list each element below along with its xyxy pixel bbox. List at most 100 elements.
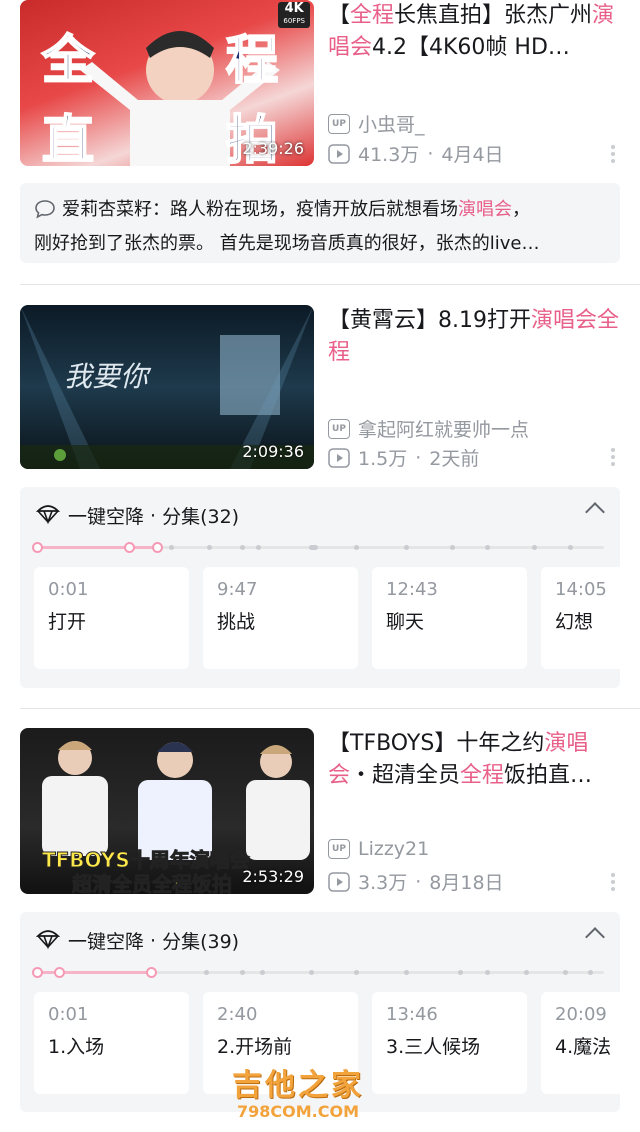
episode-name: 聊天 [386, 611, 425, 633]
chapter-tick [240, 545, 245, 550]
thumb-text-1: 全 [41, 30, 95, 92]
parachute-icon [35, 926, 61, 955]
episode-count: 分集(32) [162, 506, 240, 528]
chapter-tick [309, 545, 318, 550]
chapter-tick [485, 545, 490, 550]
chapter-tick [354, 545, 359, 550]
comment-punct: ， [512, 199, 530, 220]
chevron-up-icon[interactable] [585, 927, 605, 947]
progress-knot [146, 967, 157, 978]
meta-separator: · [415, 446, 422, 469]
episode-name: 挑战 [217, 611, 256, 633]
episode-name: 1.入场 [48, 1036, 105, 1058]
view-count: 41.3万 [358, 144, 420, 166]
stats-row: 1.5万 · 2天前 [328, 444, 479, 471]
episode-panel-1: 一键空降 · 分集(32) 0:01 打开 9:47 挑战 12:43 聊天 14:0… [20, 487, 620, 688]
header-dot: · [150, 929, 157, 952]
uploader-row[interactable]: UP Lizzy21 [328, 838, 429, 860]
play-count-icon [328, 871, 350, 892]
thumb-text-3: 直 [41, 110, 95, 166]
episode-time: 20:09 [555, 1004, 607, 1025]
episode-item[interactable]: 0:01 1.入场 [34, 992, 189, 1094]
uploader-name: Lizzy21 [358, 838, 430, 860]
video-thumbnail[interactable]: 我要你 2:09:36 [20, 305, 314, 469]
meta-separator: · [427, 142, 434, 165]
episode-time: 12:43 [386, 579, 438, 600]
video-title[interactable]: 【TFBOYS】十年之约演唱会・超清全员全程饭拍直… [328, 728, 620, 792]
video-title[interactable]: 【黄霄云】8.19打开演唱会全程 [328, 305, 620, 369]
episode-item[interactable]: 12:43 聊天 [372, 567, 527, 669]
video-duration: 2:39:26 [242, 139, 304, 158]
publish-date: 8月18日 [429, 872, 504, 894]
thumb-caption-2: 超清全员全程饭拍 [72, 872, 233, 895]
uploader-row[interactable]: UP 小虫哥_ [328, 110, 425, 137]
episode-progress-track[interactable] [32, 542, 604, 553]
thumb-text: 我要你 [64, 360, 149, 393]
watermark-title: 吉他之家 [232, 1068, 364, 1103]
progress-knot [124, 542, 135, 553]
up-icon: UP [328, 418, 350, 439]
episode-count: 分集(39) [162, 931, 240, 953]
divider [20, 284, 640, 285]
uploader-row[interactable]: UP 拿起阿红就要帅一点 [328, 415, 529, 442]
view-count: 1.5万 [358, 448, 408, 470]
episode-item[interactable]: 9:47 挑战 [203, 567, 358, 669]
episode-name: 4.魔法 [555, 1036, 612, 1058]
up-icon: UP [328, 839, 350, 859]
episode-name: 打开 [48, 611, 87, 633]
progress-knot [152, 542, 163, 553]
comment-text: 路人粉在现场，疫情开放后就想看场 [170, 199, 458, 220]
uploader-name: 拿起阿红就要帅一点 [358, 419, 530, 441]
chevron-up-icon[interactable] [585, 502, 605, 522]
more-options-icon[interactable] [610, 445, 616, 469]
chapter-tick [485, 970, 490, 975]
comment-text-line2: 刚好抢到了张杰的票。 首先是现场音质真的很好，张杰的live… [34, 233, 540, 254]
episode-time: 13:46 [386, 1004, 438, 1025]
thumb-text-2: 程 [225, 30, 279, 92]
episode-name: 2.开场前 [217, 1036, 293, 1058]
episode-progress-track[interactable] [32, 967, 604, 978]
episode-list: 0:01 打开 9:47 挑战 12:43 聊天 14:05 幻想 [34, 567, 620, 669]
more-options-icon[interactable] [610, 870, 616, 894]
episode-time: 14:05 [555, 579, 607, 600]
episode-time: 9:47 [217, 579, 258, 600]
video-duration: 2:53:29 [242, 867, 304, 886]
chapter-tick [309, 970, 314, 975]
header-dot: · [150, 504, 157, 527]
panel-header[interactable]: 一键空降 · 分集(39) [35, 926, 240, 955]
chapter-tick [240, 970, 245, 975]
publish-date: 4月4日 [441, 144, 504, 166]
up-icon: UP [328, 113, 350, 134]
publish-date: 2天前 [429, 448, 480, 470]
chapter-tick [524, 970, 529, 975]
site-watermark: 吉他之家 798COM.COM [232, 1060, 364, 1121]
view-count: 3.3万 [358, 872, 408, 894]
chapter-tick [532, 545, 537, 550]
chapter-tick [568, 545, 573, 550]
episode-time: 0:01 [48, 579, 89, 600]
more-options-icon[interactable] [610, 142, 616, 166]
chapter-tick [256, 545, 261, 550]
chapter-tick [458, 970, 463, 975]
watermark-url: 798COM.COM [236, 1102, 359, 1121]
stats-row: 41.3万 · 4月4日 [328, 140, 504, 167]
hot-comment[interactable]: 爱莉杏菜籽：路人粉在现场，疫情开放后就想看场演唱会， 刚好抢到了张杰的票。 首先… [20, 183, 620, 263]
episode-item[interactable]: 13:46 3.三人候场 [372, 992, 527, 1094]
episode-item[interactable]: 0:01 打开 [34, 567, 189, 669]
video-duration: 2:09:36 [242, 442, 304, 461]
progress-knot [32, 967, 43, 978]
episode-name: 3.三人候场 [386, 1036, 481, 1058]
progress-knot [32, 542, 43, 553]
stats-row: 3.3万 · 8月18日 [328, 868, 504, 895]
episode-item[interactable]: 14:05 幻想 [541, 567, 620, 669]
episode-time: 0:01 [48, 1004, 89, 1025]
video-title[interactable]: 【全程长焦直拍】张杰广州演唱会4.2【4K60帧 HD… [328, 0, 620, 64]
chapter-tick [207, 545, 212, 550]
chapter-tick [354, 970, 359, 975]
episode-item[interactable]: 20:09 4.魔法 [541, 992, 620, 1094]
play-count-icon [328, 447, 350, 468]
video-thumbnail[interactable]: 全 程 直 拍 4K 60FPS 2:39:26 [20, 0, 314, 166]
chapter-tick [260, 970, 265, 975]
video-thumbnail[interactable]: TFBOYS十周年演唱会 超清全员全程饭拍 2:53:29 [20, 728, 314, 894]
panel-header[interactable]: 一键空降 · 分集(32) [35, 501, 240, 530]
